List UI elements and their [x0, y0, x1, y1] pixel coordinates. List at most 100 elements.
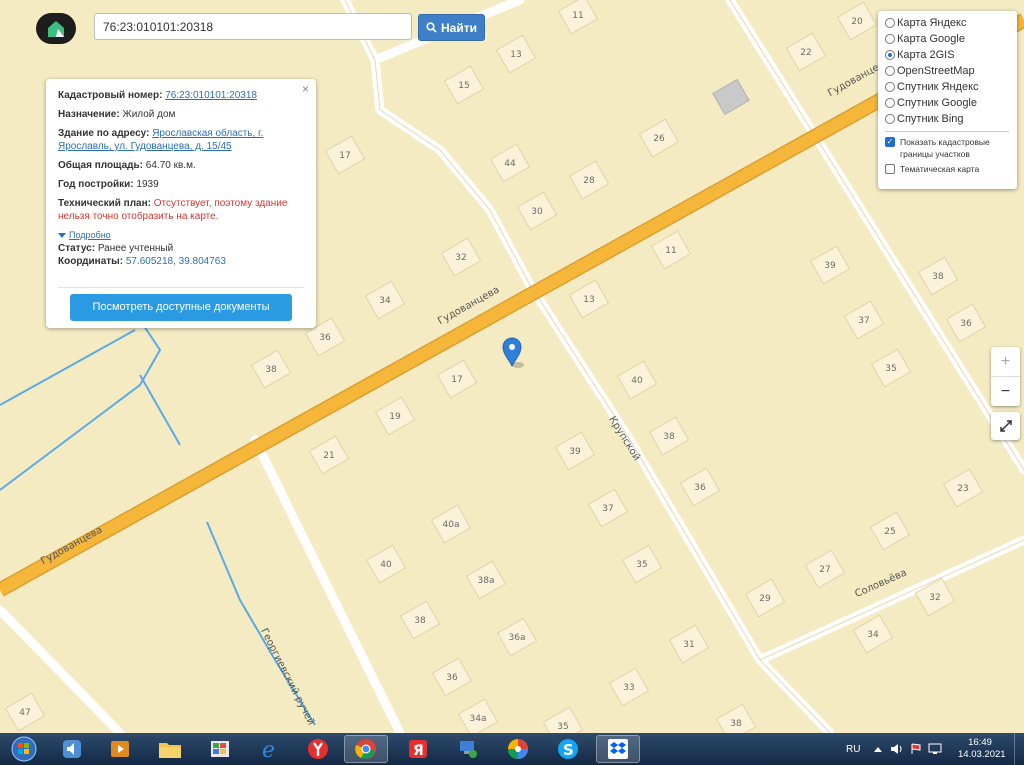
dropbox-icon [608, 739, 628, 759]
house-number: 37 [602, 504, 613, 514]
house-number: 38 [932, 272, 944, 282]
taskbar-media-player[interactable] [50, 735, 94, 763]
taskbar-yandex[interactable]: Я [396, 735, 440, 763]
clock-time: 16:49 [968, 737, 992, 748]
search-button[interactable]: Найти [418, 14, 485, 41]
taskbar-explorer[interactable] [148, 735, 192, 763]
view-documents-button[interactable]: Посмотреть доступные документы [70, 294, 292, 321]
zoom-out-button[interactable]: − [991, 377, 1020, 406]
address-label: Здание по адресу: [58, 128, 150, 139]
area-value: 64.70 кв.м. [145, 160, 196, 171]
svg-text:e: e [262, 738, 275, 761]
house-number: 21 [323, 451, 334, 461]
radio-icon[interactable] [885, 66, 895, 76]
radio-icon[interactable] [885, 98, 895, 108]
layer-option[interactable]: Карта Google [885, 31, 1017, 47]
house-number: 28 [583, 176, 595, 186]
home-button[interactable] [36, 13, 76, 44]
zoom-in-button[interactable]: + [991, 347, 1020, 377]
thematic-map-option[interactable]: Тематическая карта [885, 163, 1017, 175]
house-number: 36 [446, 673, 458, 683]
fullscreen-button[interactable] [991, 412, 1020, 440]
layer-divider [885, 131, 1009, 132]
checkbox-checked-icon[interactable]: ✓ [885, 137, 895, 147]
network-tray-icon[interactable] [928, 743, 942, 755]
taskbar-skype[interactable]: S [546, 735, 590, 763]
layer-option-label: Карта Google [897, 33, 965, 45]
purpose-label: Назначение: [58, 109, 120, 120]
layer-option[interactable]: Спутник Bing [885, 111, 1017, 127]
house-number: 27 [819, 565, 830, 575]
clock[interactable]: 16:49 14.03.2021 [958, 737, 1006, 761]
radio-icon[interactable] [885, 18, 895, 28]
show-desktop-button[interactable] [1014, 733, 1024, 765]
search-input[interactable] [94, 13, 412, 40]
house-number: 36 [319, 333, 331, 343]
taskbar-media-center[interactable] [98, 735, 142, 763]
taskbar-paint[interactable] [198, 735, 242, 763]
radio-icon[interactable] [885, 34, 895, 44]
speaker-icon [63, 740, 81, 758]
house-number: 38 [730, 719, 742, 729]
layer-option[interactable]: Спутник Google [885, 95, 1017, 111]
details-label: Подробно [69, 230, 111, 240]
show-borders-label: Показать кадастровые границы участков [900, 137, 990, 159]
house-number: 36 [960, 319, 972, 329]
layer-option-label: Спутник Яндекс [897, 81, 979, 93]
house-number: 25 [884, 527, 895, 537]
folder-icon [159, 743, 181, 758]
network-icon [460, 741, 477, 758]
coords-label: Координаты: [58, 256, 124, 267]
house-number: 13 [510, 50, 521, 60]
house-number: 38а [478, 576, 495, 586]
house-number: 47 [19, 708, 30, 718]
taskbar-ie[interactable]: e [248, 735, 292, 763]
windows-logo-icon [11, 736, 37, 762]
layer-option-label: OpenStreetMap [897, 65, 975, 77]
taskbar-chrome[interactable] [344, 735, 388, 763]
media-icon [111, 741, 129, 757]
house-number: 17 [451, 375, 462, 385]
radio-selected-icon[interactable] [885, 50, 895, 60]
radio-icon[interactable] [885, 82, 895, 92]
house-number: 37 [858, 316, 869, 326]
action-center-flag-icon[interactable] [910, 743, 922, 755]
divider [58, 287, 304, 288]
layer-option[interactable]: OpenStreetMap [885, 63, 1017, 79]
taskbar-dropbox[interactable] [596, 735, 640, 763]
language-indicator[interactable]: RU [846, 744, 860, 755]
yandex-icon: Я [409, 740, 427, 759]
volume-icon[interactable] [890, 743, 904, 755]
area-label: Общая площадь: [58, 160, 144, 171]
radio-icon[interactable] [885, 114, 895, 124]
cadastral-link[interactable]: 76:23:010101:20318 [165, 90, 257, 101]
layer-switcher: Карта Яндекс Карта Google Карта 2GIS OpenSt… [878, 11, 1017, 189]
skype-icon: S [558, 739, 578, 759]
show-borders-option[interactable]: ✓ Показать кадастровые границы участков [885, 136, 1017, 160]
house-number: 11 [572, 11, 583, 21]
taskbar-picasa[interactable] [496, 735, 540, 763]
house-number: 23 [957, 484, 968, 494]
tray-expand-icon[interactable] [874, 746, 883, 752]
details-toggle[interactable]: Подробно [58, 229, 304, 242]
taskbar-yandex-browser[interactable] [296, 735, 340, 763]
close-icon[interactable]: × [302, 83, 309, 96]
layer-option[interactable]: Карта Яндекс [885, 15, 1017, 31]
layer-option[interactable]: Спутник Яндекс [885, 79, 1017, 95]
house-number: 38 [663, 432, 675, 442]
house-number: 39 [824, 261, 836, 271]
taskbar-network[interactable] [446, 735, 490, 763]
layer-option-label: Карта Яндекс [897, 17, 967, 29]
clock-date: 14.03.2021 [958, 749, 1006, 760]
expand-icon [999, 420, 1012, 432]
system-tray: RU [846, 733, 942, 765]
house-number: 22 [800, 48, 811, 58]
house-number: 38 [414, 616, 426, 626]
year-label: Год постройки: [58, 179, 134, 190]
checkbox-icon[interactable] [885, 164, 895, 174]
status-label: Статус: [58, 243, 96, 254]
house-number: 33 [623, 683, 634, 693]
layer-option[interactable]: Карта 2GIS [885, 47, 1017, 63]
start-button[interactable] [2, 735, 46, 763]
house-number: 36 [694, 483, 706, 493]
